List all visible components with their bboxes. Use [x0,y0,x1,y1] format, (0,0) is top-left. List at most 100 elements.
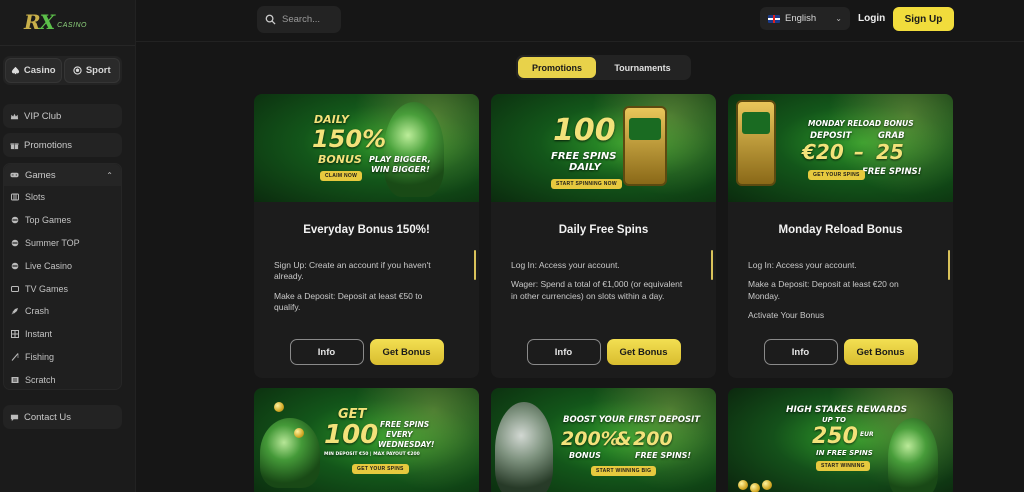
banner-text: DAILY [314,113,349,126]
sidebar-item-label: TV Games [25,283,69,294]
sidebar-item-label: Instant [25,329,53,340]
get-bonus-button[interactable]: Get Bonus [843,339,918,365]
promo-title: Everyday Bonus 150%! [303,224,430,236]
tab-promotions[interactable]: Promotions [518,57,596,78]
banner-text: FREE SPINS! [862,167,922,177]
promo-description: Log In: Access your account. Wager: Spen… [511,260,686,310]
games-group: Games ⌃ Slots Top Games Summer TOP Live … [3,163,122,390]
banner-text: IN FREE SPINS [816,449,873,457]
sidebar-item-crash[interactable]: Crash [4,300,121,323]
promo-banner: MONDAY RELOAD BONUS DEPOSIT GRAB €20 – 2… [728,94,953,202]
sidebar-item-top-games[interactable]: Top Games [4,209,121,232]
promo-step: Log In: Access your account. [511,260,620,270]
fishing-icon [10,352,20,362]
sidebar-item-tv-games[interactable]: TV Games [4,277,121,300]
sidebar-item-scratch[interactable]: Scratch [4,368,121,391]
banner-text: 250 [812,424,858,449]
banner-text: EVERY [386,430,413,439]
banner-text: WIN BIGGER! [371,165,430,174]
get-bonus-button[interactable]: Get Bonus [606,339,681,365]
rocket-icon [10,306,20,316]
search-input[interactable] [282,14,338,25]
top-bar: English ⌄ Login Sign Up [136,0,1024,42]
promo-card: 100 FREE SPINS DAILY START SPINNING NOW … [491,94,716,378]
chevron-down-icon: ⌄ [835,14,842,23]
promo-step: Log In: Access your account. [748,260,857,270]
login-button[interactable]: Login [858,7,885,30]
promo-description: Sign Up: Create an account if you haven'… [274,260,449,322]
banner-cta: START WINNING [816,461,870,471]
mode-toggle: Casino Sport [3,56,122,85]
slot-machine-illustration [736,100,776,186]
banner-cta: START WINNING BIG [591,466,657,476]
info-button[interactable]: Info [526,339,601,365]
sidebar-item-contact[interactable]: Contact Us [3,405,122,429]
sidebar-item-label: Fishing [25,351,55,362]
mode-casino-label: Casino [23,65,56,76]
tab-tournaments[interactable]: Tournaments [596,57,689,78]
logo[interactable]: RX CASINO [24,8,114,36]
sidebar-divider [0,45,135,46]
promo-step: Wager: Spend a total of €1,000 (or equiv… [511,279,683,301]
mode-sport-label: Sport [85,65,111,76]
banner-text: 25 [876,140,904,164]
sidebar: RX CASINO Casino Sport VIP Club Promotio… [0,0,136,492]
banner-cta: GET YOUR SPINS [808,170,865,180]
language-label: English [785,13,817,24]
banner-text: BONUS [569,451,601,460]
chat-icon [9,412,19,422]
banner-text: €20 [802,140,844,164]
mode-casino-button[interactable]: Casino [5,58,62,83]
info-button[interactable]: Info [289,339,364,365]
get-bonus-button[interactable]: Get Bonus [369,339,444,365]
scroll-indicator[interactable] [711,250,713,280]
banner-text: WEDNESDAY! [378,440,435,449]
sidebar-item-promotions[interactable]: Promotions [3,133,122,157]
scroll-indicator[interactable] [474,250,476,280]
sidebar-item-instant[interactable]: Instant [4,323,121,346]
promo-title: Daily Free Spins [558,224,649,236]
slots-icon [10,192,20,202]
promo-card: DAILY 150% BONUS PLAY BIGGER, WIN BIGGER… [254,94,479,378]
mode-sport-button[interactable]: Sport [63,58,120,83]
crown-icon [9,111,19,121]
banner-text: MONDAY RELOAD BONUS [808,119,914,128]
sidebar-item-vip[interactable]: VIP Club [3,104,122,128]
banner-text: MIN DEPOSIT €50 | MAX PAYOUT €200 [324,452,420,457]
sidebar-item-games[interactable]: Games ⌃ [4,164,121,186]
sidebar-item-label: Top Games [25,215,72,226]
banner-text: & [615,428,632,450]
banner-text: 200% [561,428,620,450]
promo-step: Make a Deposit: Deposit at least €20 on … [748,279,899,301]
banner-cta: CLAIM NOW [320,171,363,181]
sidebar-item-fishing[interactable]: Fishing [4,346,121,369]
gift-icon [9,140,19,150]
robot-hand-illustration [260,418,320,488]
sidebar-item-label: Games [25,169,56,181]
sidebar-item-live-casino[interactable]: Live Casino [4,254,121,277]
banner-text: 200 [633,428,673,450]
sun-icon [10,238,20,248]
promo-step: Make a Deposit: Deposit at least €50 to … [274,290,423,313]
sidebar-item-label: Live Casino [25,260,73,271]
ball-icon [73,66,82,75]
info-button[interactable]: Info [763,339,838,365]
sidebar-item-summer-top[interactable]: Summer TOP [4,232,121,255]
banner-text: EUR [860,431,874,438]
gamepad-icon [10,170,20,180]
language-select[interactable]: English ⌄ [760,7,850,30]
scroll-indicator[interactable] [948,250,950,280]
slot-machine-illustration [623,106,667,186]
grid-icon [10,329,20,339]
chevron-up-icon[interactable]: ⌃ [106,171,113,180]
search-box[interactable] [257,6,341,33]
banner-text: HIGH STAKES REWARDS [786,405,908,415]
search-icon [265,14,276,25]
sidebar-item-slots[interactable]: Slots [4,186,121,209]
signup-button[interactable]: Sign Up [893,7,954,31]
sidebar-item-label: Crash [25,306,50,317]
promo-actions: Info Get Bonus [254,339,479,365]
promo-banner: 100 FREE SPINS DAILY START SPINNING NOW [491,94,716,202]
promo-step: Activate Your Bonus [748,310,825,321]
promo-banner: HIGH STAKES REWARDS UP TO 250 EUR IN FRE… [728,388,953,492]
